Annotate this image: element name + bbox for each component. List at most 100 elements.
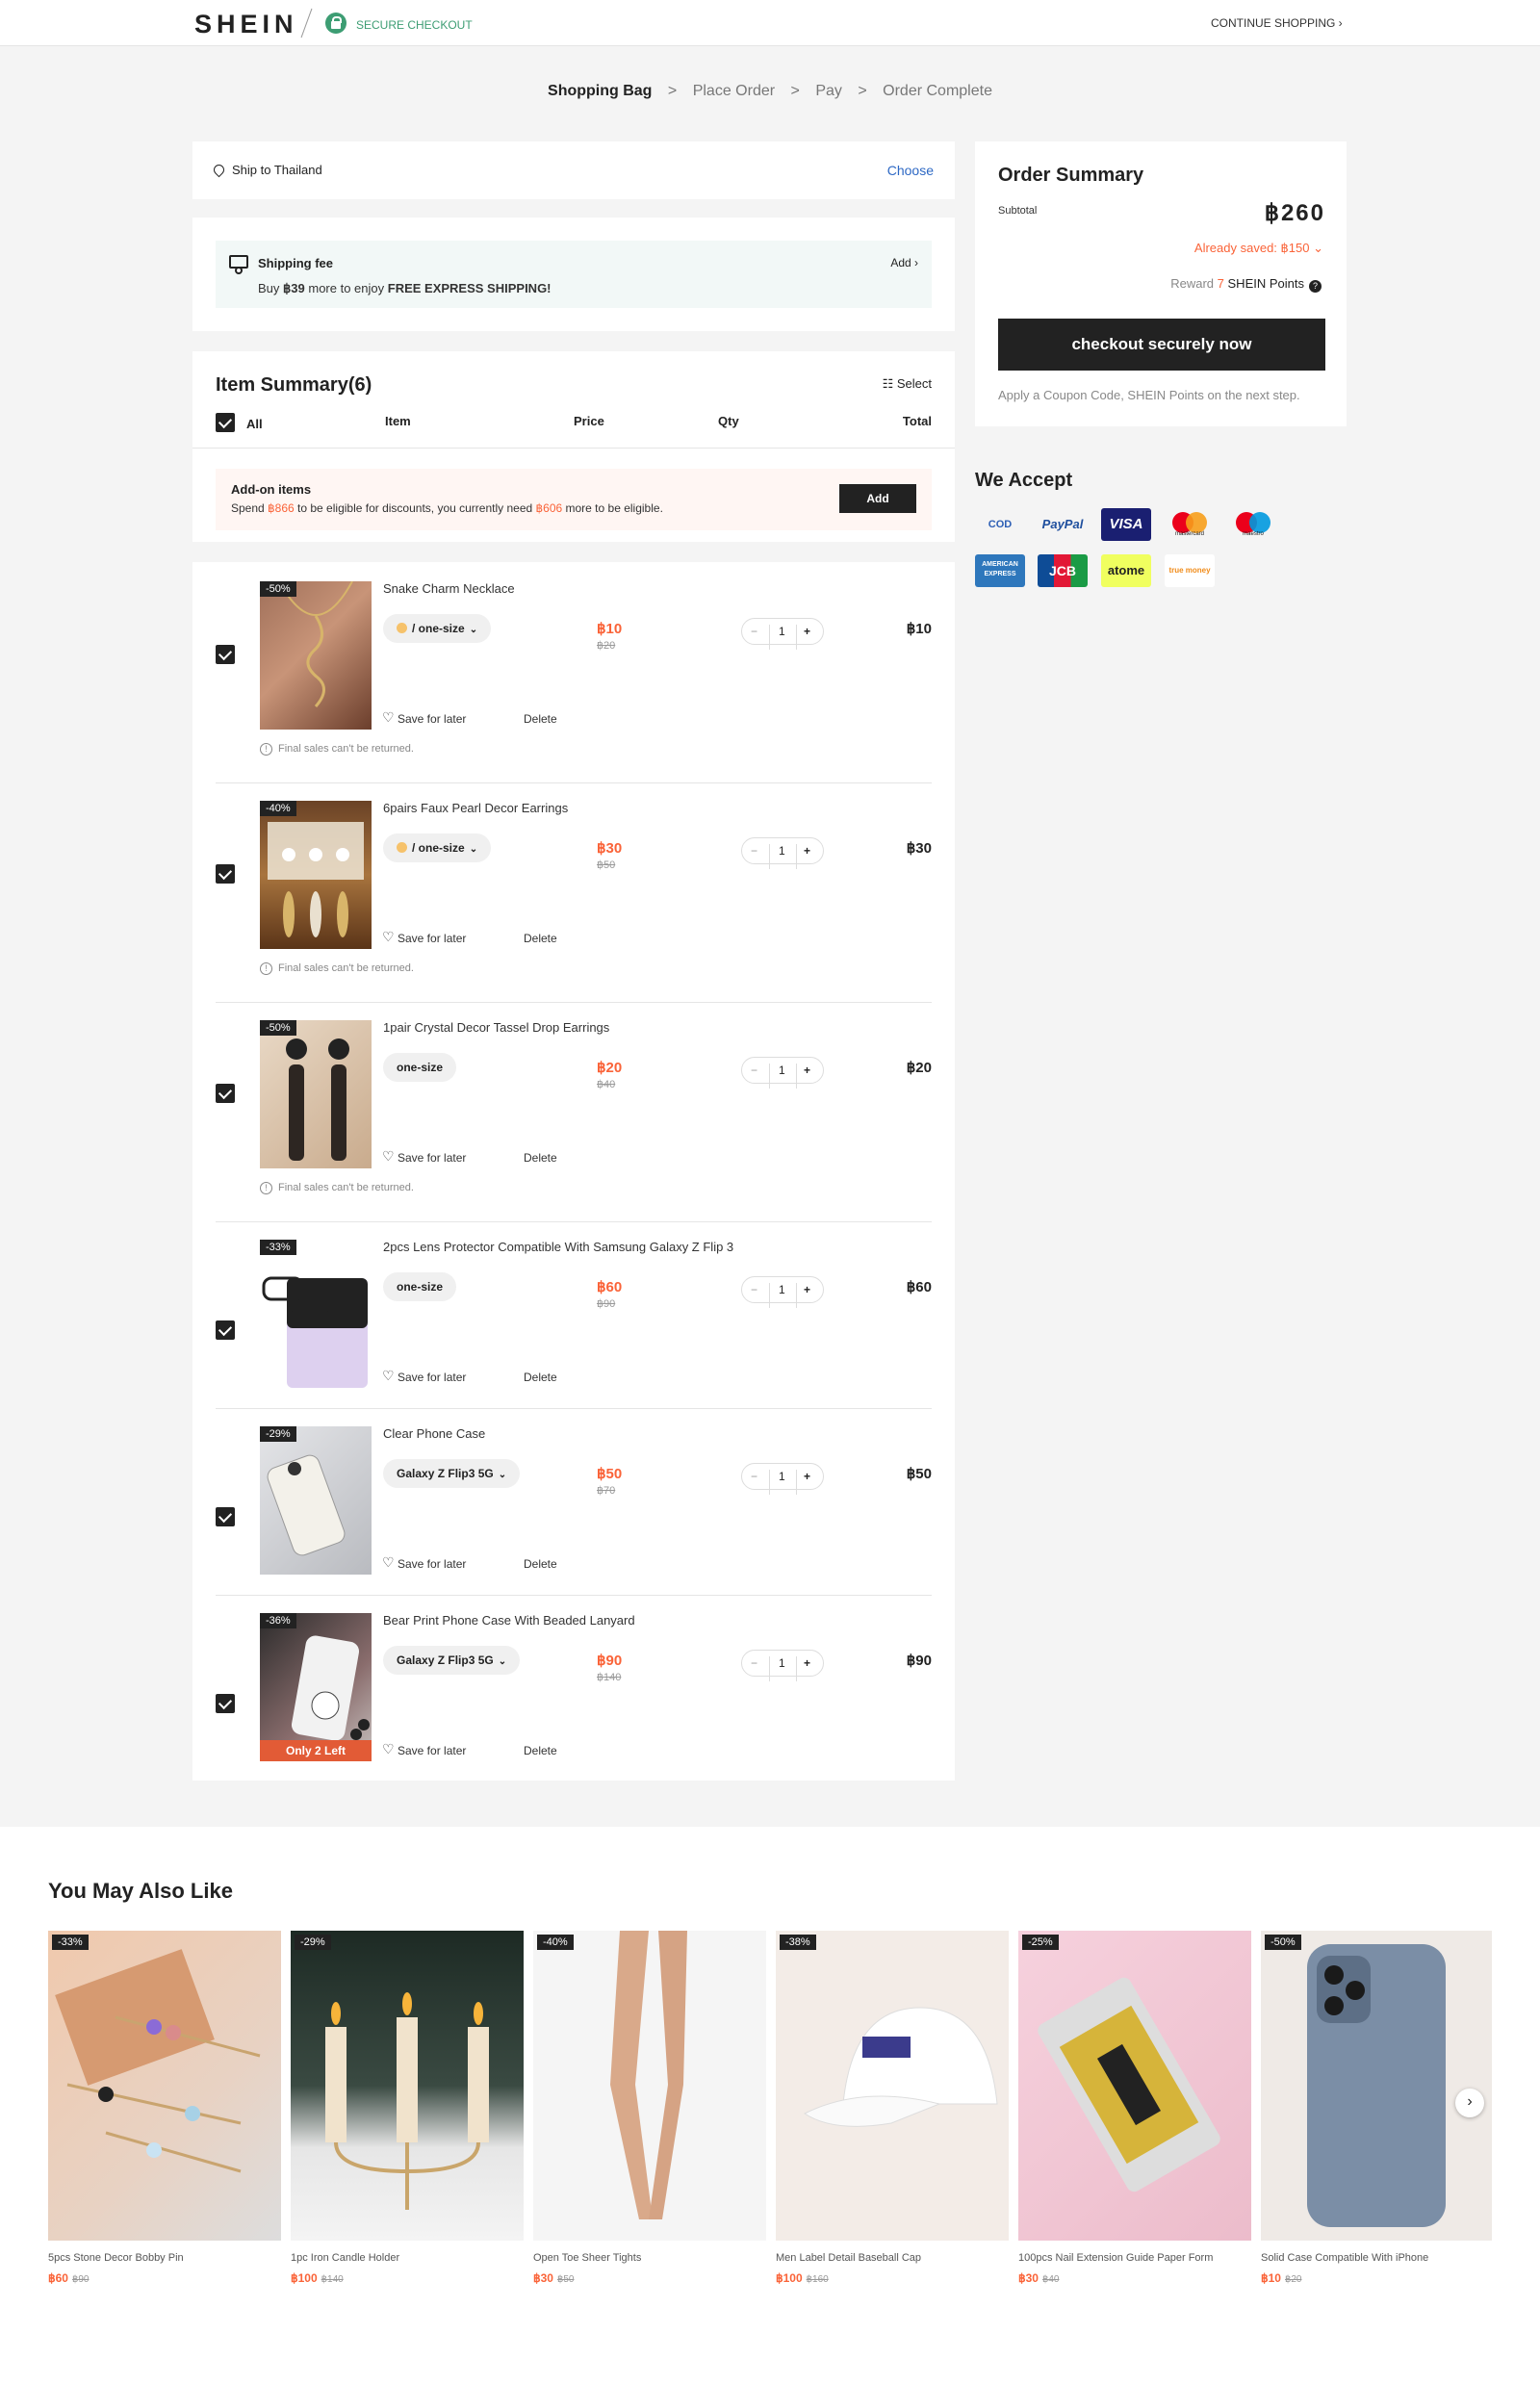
product-name[interactable]: 5pcs Stone Decor Bobby Pin [48,2252,281,2264]
item-price: ฿50 [597,1466,623,1482]
qty-value[interactable]: 1 [779,1064,785,1077]
variant-selector[interactable]: one-size [383,1053,457,1082]
item-checkbox[interactable] [216,645,235,664]
product-thumbnail[interactable]: -50% [260,1020,372,1168]
choose-country-link[interactable]: Choose [887,163,934,178]
product-name[interactable]: 100pcs Nail Extension Guide Paper Form [1018,2252,1251,2264]
header-total: Total [902,414,932,428]
delete-button[interactable]: Delete [524,1744,557,1757]
heart-icon [382,1741,395,1757]
item-checkbox[interactable] [216,1507,235,1526]
product-price: ฿60 ฿90 [48,2271,90,2285]
qty-plus[interactable]: + [804,844,810,858]
qty-minus[interactable]: − [751,844,757,858]
delete-button[interactable]: Delete [524,712,557,726]
variant-selector[interactable]: / one-size ⌄ [383,833,492,862]
product-name[interactable]: Men Label Detail Baseball Cap [776,2252,1009,2264]
save-for-later-button[interactable]: Save for later [382,709,466,726]
carousel-next-button[interactable]: › [1455,2089,1484,2117]
checkout-button[interactable]: checkout securely now [998,319,1325,371]
item-name[interactable]: Bear Print Phone Case With Beaded Lanyar… [383,1613,635,1628]
delete-button[interactable]: Delete [524,1371,557,1384]
qty-plus[interactable]: + [804,1656,810,1670]
quantity-stepper: − 1 + [741,618,824,650]
qty-value[interactable]: 1 [779,844,785,858]
ship-to-row: Ship to Thailand [211,162,322,178]
product-thumbnail[interactable]: -36% Only 2 Left [260,1613,372,1761]
variant-selector[interactable]: one-size [383,1272,457,1301]
qty-minus[interactable]: − [751,625,757,638]
product-thumbnail[interactable]: -40% [260,801,372,949]
select-button[interactable]: ☷ Select [883,376,932,392]
qty-minus[interactable]: − [751,1064,757,1077]
delete-button[interactable]: Delete [524,1151,557,1165]
qty-value[interactable]: 1 [779,1283,785,1296]
qty-minus[interactable]: − [751,1283,757,1296]
product-image[interactable]: -25% [1018,1931,1251,2241]
item-name[interactable]: Clear Phone Case [383,1426,485,1441]
qty-value[interactable]: 1 [779,1470,785,1483]
order-summary-title: Order Summary [998,165,1144,186]
cart-item: -40% 6pairs Faux Pearl Decor Earrings / … [216,801,932,1003]
save-for-later-button[interactable]: Save for later [382,1554,466,1571]
save-for-later-button[interactable]: Save for later [382,1741,466,1757]
item-name[interactable]: 1pair Crystal Decor Tassel Drop Earrings [383,1020,609,1035]
item-checkbox[interactable] [216,1320,235,1340]
save-for-later-button[interactable]: Save for later [382,1148,466,1165]
product-image[interactable]: -50% [1261,1931,1492,2241]
delete-button[interactable]: Delete [524,1557,557,1571]
heart-icon [382,709,395,726]
qty-plus[interactable]: + [804,1470,810,1483]
truck-icon [229,255,248,274]
product-image[interactable]: -40% [533,1931,766,2241]
shein-logo[interactable]: SHEIN [194,10,298,39]
product-image[interactable]: -33% [48,1931,281,2241]
already-saved-dropdown[interactable]: Already saved: ฿150 ⌄ [1194,241,1323,256]
qty-plus[interactable]: + [804,1064,810,1077]
shipping-fee-add-link[interactable]: Add › [890,256,918,269]
product-name[interactable]: 1pc Iron Candle Holder [291,2252,524,2264]
qty-plus[interactable]: + [804,1283,810,1296]
heart-icon [382,1148,395,1165]
product-image[interactable]: -38% [776,1931,1009,2241]
product-thumbnail[interactable]: -33% [260,1240,372,1388]
cart-item: -29% Clear Phone Case Galaxy Z Flip3 5G ⌄… [216,1426,932,1596]
continue-shopping-link[interactable]: CONTINUE SHOPPING › [1211,16,1343,30]
add-on-desc: Spend ฿866 to be eligible for discounts,… [231,501,663,515]
tassel-earrings-image [286,1038,349,1161]
add-on-add-button[interactable]: Add [839,484,916,513]
qty-value[interactable]: 1 [779,625,785,638]
select-all-checkbox[interactable] [216,413,235,432]
qty-value[interactable]: 1 [779,1656,785,1670]
product-image[interactable]: -29% [291,1931,524,2241]
item-name[interactable]: 2pcs Lens Protector Compatible With Sams… [383,1240,733,1254]
product-name[interactable]: Solid Case Compatible With iPhone [1261,2252,1494,2264]
we-accept-title: We Accept [975,470,1073,491]
item-checkbox[interactable] [216,864,235,884]
product-thumbnail[interactable]: -50% [260,581,372,730]
save-for-later-button[interactable]: Save for later [382,929,466,945]
delete-button[interactable]: Delete [524,932,557,945]
item-price: ฿30 [597,840,623,857]
shipping-fee-banner: Shipping fee Buy ฿39 more to enjoy FREE … [216,241,932,308]
product-thumbnail[interactable]: -29% [260,1426,372,1575]
product-name[interactable]: Open Toe Sheer Tights [533,2252,766,2264]
info-icon: ! [260,1182,272,1194]
step-separator: > [667,83,678,99]
variant-selector[interactable]: Galaxy Z Flip3 5G ⌄ [383,1459,521,1488]
item-name[interactable]: Snake Charm Necklace [383,581,515,596]
variant-selector[interactable]: / one-size ⌄ [383,614,492,643]
discount-badge: -29% [295,1935,331,1950]
variant-selector[interactable]: Galaxy Z Flip3 5G ⌄ [383,1646,521,1675]
save-for-later-button[interactable]: Save for later [382,1368,466,1384]
item-checkbox[interactable] [216,1694,235,1713]
lock-icon [325,13,346,34]
color-swatch [397,842,407,853]
item-checkbox[interactable] [216,1084,235,1103]
help-icon[interactable]: ? [1309,280,1322,293]
discount-badge: -36% [260,1613,296,1628]
qty-plus[interactable]: + [804,625,810,638]
qty-minus[interactable]: − [751,1656,757,1670]
item-name[interactable]: 6pairs Faux Pearl Decor Earrings [383,801,568,815]
qty-minus[interactable]: − [751,1470,757,1483]
